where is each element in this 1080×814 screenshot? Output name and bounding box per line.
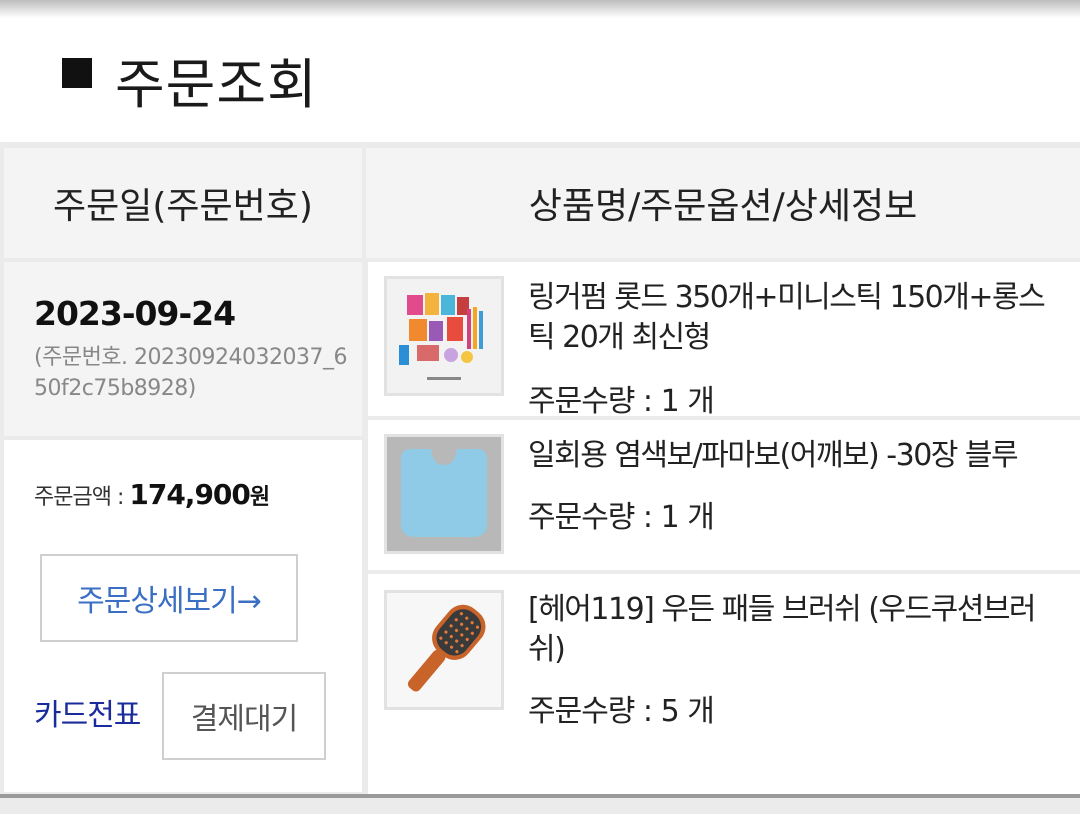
next-row-right — [368, 798, 1080, 814]
top-shadow — [0, 0, 1080, 18]
order-actions-cell: 주문금액 : 174,900원 주문상세보기→ 카드전표 결제대기 — [4, 440, 362, 792]
product-name[interactable]: 링거펌 롯드 350개+미니스틱 150개+롱스틱 20개 최신형 — [528, 278, 1068, 358]
perm-rod-set-image[interactable] — [384, 276, 504, 396]
order-item: 링거펌 롯드 350개+미니스틱 150개+롱스틱 20개 최신형 주문수량 :… — [368, 262, 1080, 419]
order-quantity: 주문수량 : 1 개 — [528, 384, 715, 419]
amount-value: 174,900 — [129, 478, 251, 511]
order-quantity: 주문수량 : 5 개 — [528, 694, 715, 729]
page-header: 주문조회 — [0, 18, 1080, 142]
column-header-product: 상품명/주문옵션/상세정보 — [366, 148, 1080, 258]
order-number: (주문번호. 20230924032037_650f2c75b8928) — [34, 345, 348, 401]
next-row-left — [4, 798, 362, 814]
column-header-date: 주문일(주문번호) — [4, 148, 362, 258]
order-amount: 주문금액 : 174,900원 — [34, 478, 270, 511]
order-date: 2023-09-24 — [34, 294, 236, 333]
paddle-brush-image[interactable] — [384, 590, 504, 710]
cape-image[interactable] — [384, 434, 504, 554]
order-table: 주문일(주문번호) 상품명/주문옵션/상세정보 2023-09-24 (주문번호… — [0, 142, 1080, 814]
product-name[interactable]: 일회용 염색보/파마보(어깨보) -30장 블루 — [528, 436, 1068, 476]
amount-label: 주문금액 : — [34, 485, 130, 510]
card-receipt-link[interactable]: 카드전표 — [34, 690, 141, 734]
order-item: 일회용 염색보/파마보(어깨보) -30장 블루 주문수량 : 1 개 — [368, 420, 1080, 570]
order-detail-button[interactable]: 주문상세보기→ — [40, 554, 298, 642]
payment-status-button[interactable]: 결제대기 — [162, 672, 326, 760]
order-info-cell: 2023-09-24 (주문번호. 20230924032037_650f2c7… — [4, 262, 362, 436]
amount-unit: 원 — [249, 485, 271, 510]
title-square-icon — [62, 58, 92, 88]
page-title: 주문조회 — [115, 53, 318, 116]
order-quantity: 주문수량 : 1 개 — [528, 500, 715, 535]
product-name[interactable]: [헤어119] 우든 패들 브러쉬 (우드쿠션브러쉬) — [528, 590, 1068, 670]
order-item: [헤어119] 우든 패들 브러쉬 (우드쿠션브러쉬) 주문수량 : 5 개 — [368, 574, 1080, 794]
